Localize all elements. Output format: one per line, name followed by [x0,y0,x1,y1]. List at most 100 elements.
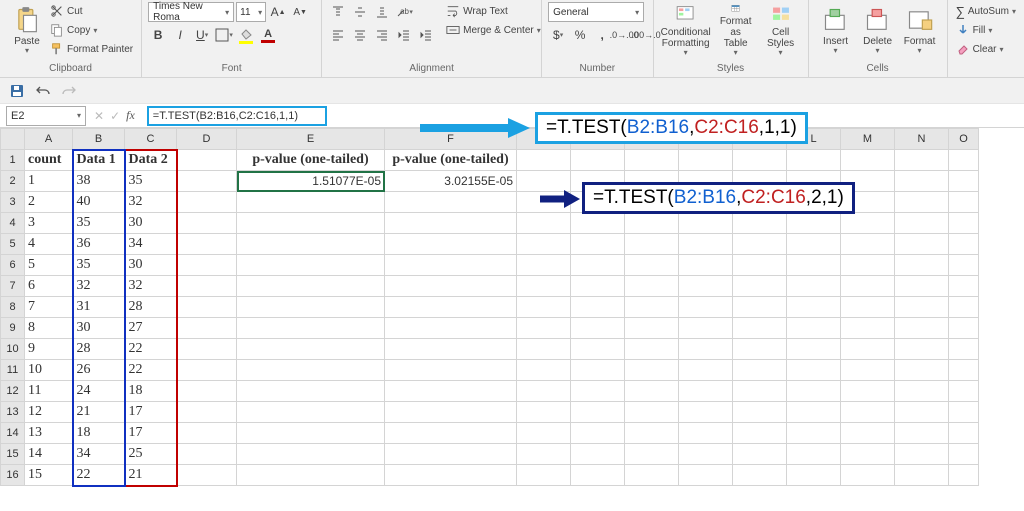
col-header[interactable]: D [177,129,237,150]
cell[interactable] [841,381,895,402]
cell[interactable] [625,423,679,444]
cell[interactable] [949,402,979,423]
cell[interactable] [733,150,787,171]
col-header[interactable]: E [237,129,385,150]
row-header[interactable]: 2 [1,171,25,192]
conditional-formatting-button[interactable]: Conditional Formatting▾ [660,2,712,60]
cell[interactable] [733,297,787,318]
cell[interactable]: 35 [73,213,125,234]
cell[interactable] [949,150,979,171]
row-header[interactable]: 14 [1,423,25,444]
cell[interactable] [787,360,841,381]
cell[interactable] [679,360,733,381]
format-as-table-button[interactable]: Format as Table▾ [712,2,760,60]
align-left-button[interactable] [328,25,348,45]
cell[interactable] [517,360,571,381]
cell[interactable]: 8 [25,318,73,339]
cell[interactable] [385,381,517,402]
cell[interactable] [841,360,895,381]
cell[interactable]: 32 [125,192,177,213]
cell[interactable] [625,402,679,423]
select-all-button[interactable] [1,129,25,150]
cell[interactable]: 40 [73,192,125,213]
row-header[interactable]: 6 [1,255,25,276]
cell[interactable] [177,276,237,297]
cell[interactable]: 21 [73,402,125,423]
cell[interactable] [237,381,385,402]
cell[interactable]: 30 [73,318,125,339]
cell[interactable] [733,423,787,444]
align-top-button[interactable] [328,2,348,22]
cell[interactable] [949,339,979,360]
cell[interactable] [679,213,733,234]
cell[interactable] [679,276,733,297]
cell[interactable] [679,234,733,255]
cell[interactable]: p-value (one-tailed) [385,150,517,171]
cell[interactable]: 28 [73,339,125,360]
row-header[interactable]: 15 [1,444,25,465]
cell[interactable] [949,465,979,486]
number-format-combo[interactable]: General▾ [548,2,644,22]
cell[interactable] [787,465,841,486]
row-header[interactable]: 5 [1,234,25,255]
cell[interactable] [571,255,625,276]
cell[interactable] [571,360,625,381]
cell[interactable] [841,402,895,423]
cell[interactable] [733,339,787,360]
cell[interactable] [237,339,385,360]
cell[interactable] [787,234,841,255]
cell[interactable] [517,213,571,234]
decrease-font-button[interactable]: A▼ [290,2,310,22]
cell[interactable]: 31 [73,297,125,318]
cell[interactable] [237,213,385,234]
cell[interactable] [237,318,385,339]
cell[interactable] [571,318,625,339]
cell[interactable] [733,444,787,465]
cell[interactable] [237,234,385,255]
cell[interactable] [841,255,895,276]
cell[interactable] [177,402,237,423]
cell[interactable] [177,465,237,486]
delete-cells-button[interactable]: Delete▾ [857,2,899,60]
cell[interactable] [841,423,895,444]
cell[interactable] [571,423,625,444]
bold-button[interactable]: B [148,25,168,45]
cell[interactable] [949,423,979,444]
cell[interactable] [679,444,733,465]
underline-button[interactable]: U▾ [192,25,212,45]
cell[interactable] [237,423,385,444]
cell[interactable] [385,444,517,465]
cell[interactable] [571,234,625,255]
cell-styles-button[interactable]: Cell Styles▾ [760,2,802,60]
cell[interactable]: count [25,150,73,171]
cell[interactable] [949,444,979,465]
cell[interactable] [679,423,733,444]
cell[interactable]: 22 [125,360,177,381]
row-header[interactable]: 10 [1,339,25,360]
format-painter-button[interactable]: Format Painter [48,40,135,58]
cell[interactable] [949,171,979,192]
cell[interactable] [949,318,979,339]
cell[interactable]: 7 [25,297,73,318]
cell[interactable]: 26 [73,360,125,381]
cell[interactable] [949,381,979,402]
save-button[interactable] [8,82,26,100]
row-header[interactable]: 11 [1,360,25,381]
cell[interactable] [237,465,385,486]
cell[interactable] [385,360,517,381]
cell[interactable] [517,150,571,171]
row-header[interactable]: 8 [1,297,25,318]
cell[interactable] [237,360,385,381]
cell[interactable] [385,297,517,318]
cell[interactable]: 22 [73,465,125,486]
cell[interactable] [625,213,679,234]
col-header[interactable]: N [895,129,949,150]
cell[interactable] [679,465,733,486]
cell[interactable] [733,318,787,339]
cell[interactable] [177,150,237,171]
clear-button[interactable]: Clear▾ [954,40,1018,58]
autosum-button[interactable]: ∑AutoSum▾ [954,2,1018,20]
cell[interactable] [177,213,237,234]
increase-indent-button[interactable] [416,25,436,45]
cell[interactable]: 30 [125,213,177,234]
